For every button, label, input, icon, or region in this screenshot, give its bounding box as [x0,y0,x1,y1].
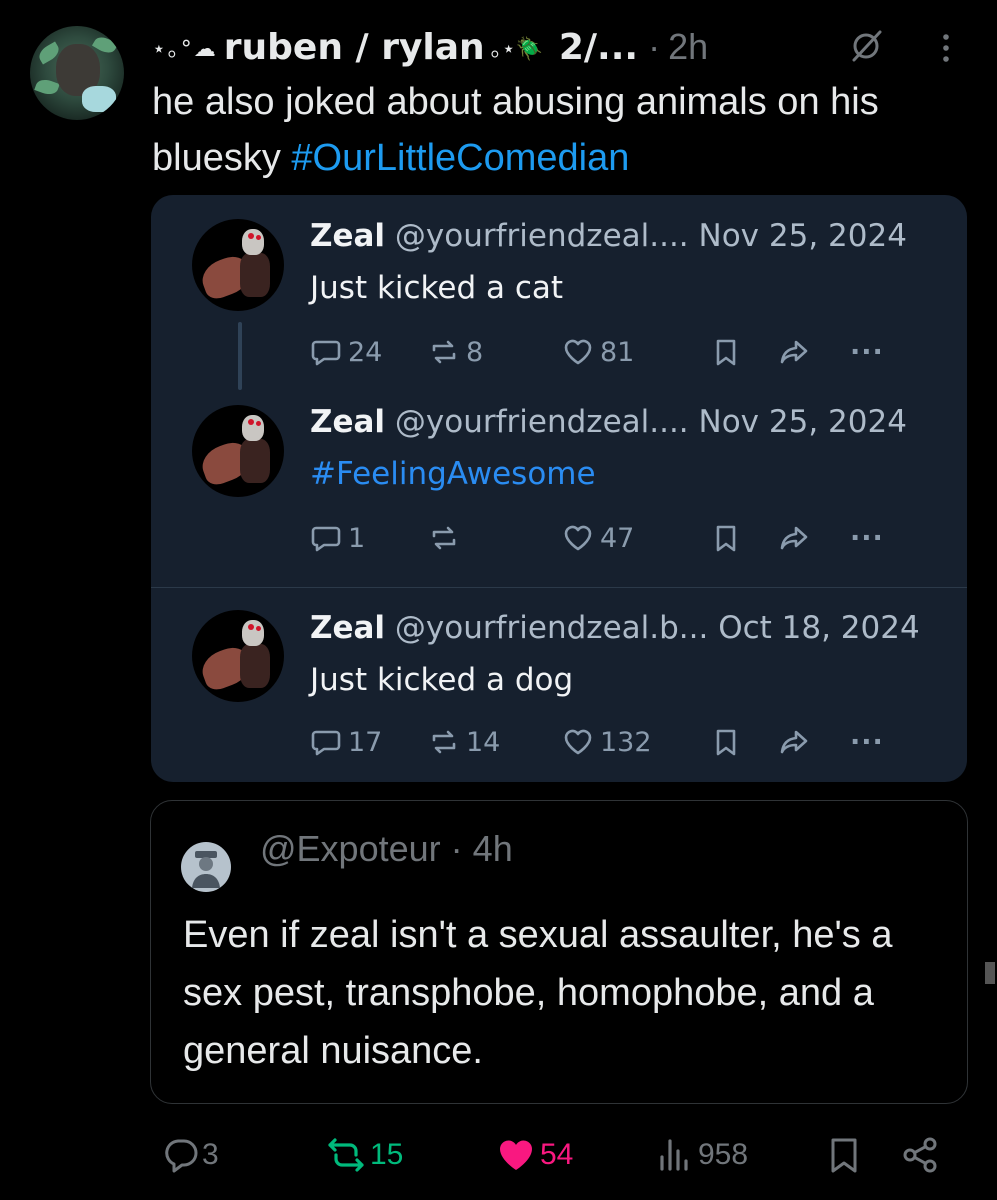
embed-author-handle: @yourfriendzeal.... [394,218,689,254]
repost-count: 15 [370,1138,404,1171]
repost-icon [432,340,456,364]
reply-icon [311,340,341,366]
embed-author-handle: @yourfriendzeal.... [394,404,689,440]
bookmark-icon [831,1138,857,1173]
embed-post-header: Zeal @yourfriendzeal.... Nov 25, 2024 [310,404,907,440]
scrollbar-thumb[interactable] [985,962,995,984]
repost-count: 8 [466,336,484,368]
bookmark-icon [716,525,736,552]
more-horizontal-icon: ··· [850,336,884,368]
embed-post-header: Zeal @yourfriendzeal.b... Oct 18, 2024 [310,610,920,646]
more-horizontal-icon: ··· [850,726,884,758]
like-icon [564,729,592,755]
quote-author-handle[interactable]: @Expoteur [260,828,441,869]
post-time[interactable]: 2h [668,26,708,68]
like-icon [500,1140,532,1170]
name-decoration: ⋆｡°☁︎ [152,37,218,62]
name-suffix: 2/... [558,26,639,68]
more-horizontal-icon: ··· [850,522,884,554]
embed-divider [151,587,967,588]
author-header: ⋆｡°☁︎ ruben / rylan ｡⋆🪲 2/... · 2h [152,22,708,72]
reply-count: 3 [202,1138,219,1171]
like-icon [564,525,592,551]
grok-icon[interactable] [848,28,884,64]
embed-post-header: Zeal @yourfriendzeal.... Nov 25, 2024 [310,218,907,254]
views-count: 958 [698,1138,749,1171]
post-text: he also joked about abusing animals on h… [152,74,972,186]
repost-icon [432,730,456,754]
like-button[interactable]: 54 [496,1130,573,1180]
author-display-name[interactable]: ruben / rylan [224,27,485,68]
bookmark-icon [716,729,736,756]
like-count: 47 [600,522,635,554]
share-icon [780,340,808,364]
quote-header: @Expoteur · 4h [260,828,513,870]
embed-action-row: 24 8 81 ··· [310,336,930,368]
embed-author-name: Zeal [310,218,386,254]
quote-separator: · [450,828,463,869]
reply-count: 1 [348,522,366,554]
reply-icon [311,526,341,552]
embed-author-handle: @yourfriendzeal.b... [394,610,709,646]
repost-count: 14 [466,726,501,758]
zeal-avatar [192,405,284,497]
quote-text: Even if zeal isn't a sexual assaulter, h… [183,914,893,1072]
reply-icon [165,1139,198,1173]
bookmark-icon [716,339,736,366]
embed-action-row: 1 47 ··· [310,522,930,554]
thread-line [238,322,242,390]
views-button[interactable]: 958 [654,1130,748,1180]
repost-button[interactable]: 15 [326,1130,403,1180]
share-icon [780,526,808,550]
embed-author-name: Zeal [310,610,386,646]
reply-count: 24 [348,336,383,368]
like-icon [564,339,592,365]
embed-action-row: 17 14 132 ··· [310,726,930,758]
embed-author-name: Zeal [310,404,386,440]
embed-post-date: Oct 18, 2024 [718,610,920,646]
repost-icon [432,526,456,550]
zeal-avatar [192,219,284,311]
quote-time: 4h [472,828,513,869]
reply-count: 17 [348,726,383,758]
like-count: 81 [600,336,635,368]
like-count: 132 [600,726,652,758]
share-button[interactable] [900,1130,940,1180]
bookmark-button[interactable] [824,1130,864,1180]
share-icon [780,730,808,754]
author-avatar[interactable] [30,26,124,120]
zeal-avatar [192,610,284,702]
share-icon [903,1137,937,1173]
embed-post-text: Just kicked a dog [310,662,574,698]
reply-button[interactable]: 3 [160,1130,219,1180]
post-separator: · [648,26,661,67]
embed-post-hashtag: #FeelingAwesome [310,456,596,492]
more-vertical-icon[interactable] [936,30,956,66]
reply-icon [311,730,341,756]
like-count: 54 [540,1138,574,1171]
views-icon [660,1139,688,1171]
quote-author-avatar[interactable] [181,842,231,892]
embed-post-date: Nov 25, 2024 [698,218,907,254]
embed-post-date: Nov 25, 2024 [698,404,907,440]
repost-icon [328,1138,364,1172]
hashtag-link[interactable]: #OurLittleComedian [291,137,629,179]
embed-post-text: Just kicked a cat [310,270,564,306]
name-decoration-2: ｡⋆🪲 [490,37,543,62]
